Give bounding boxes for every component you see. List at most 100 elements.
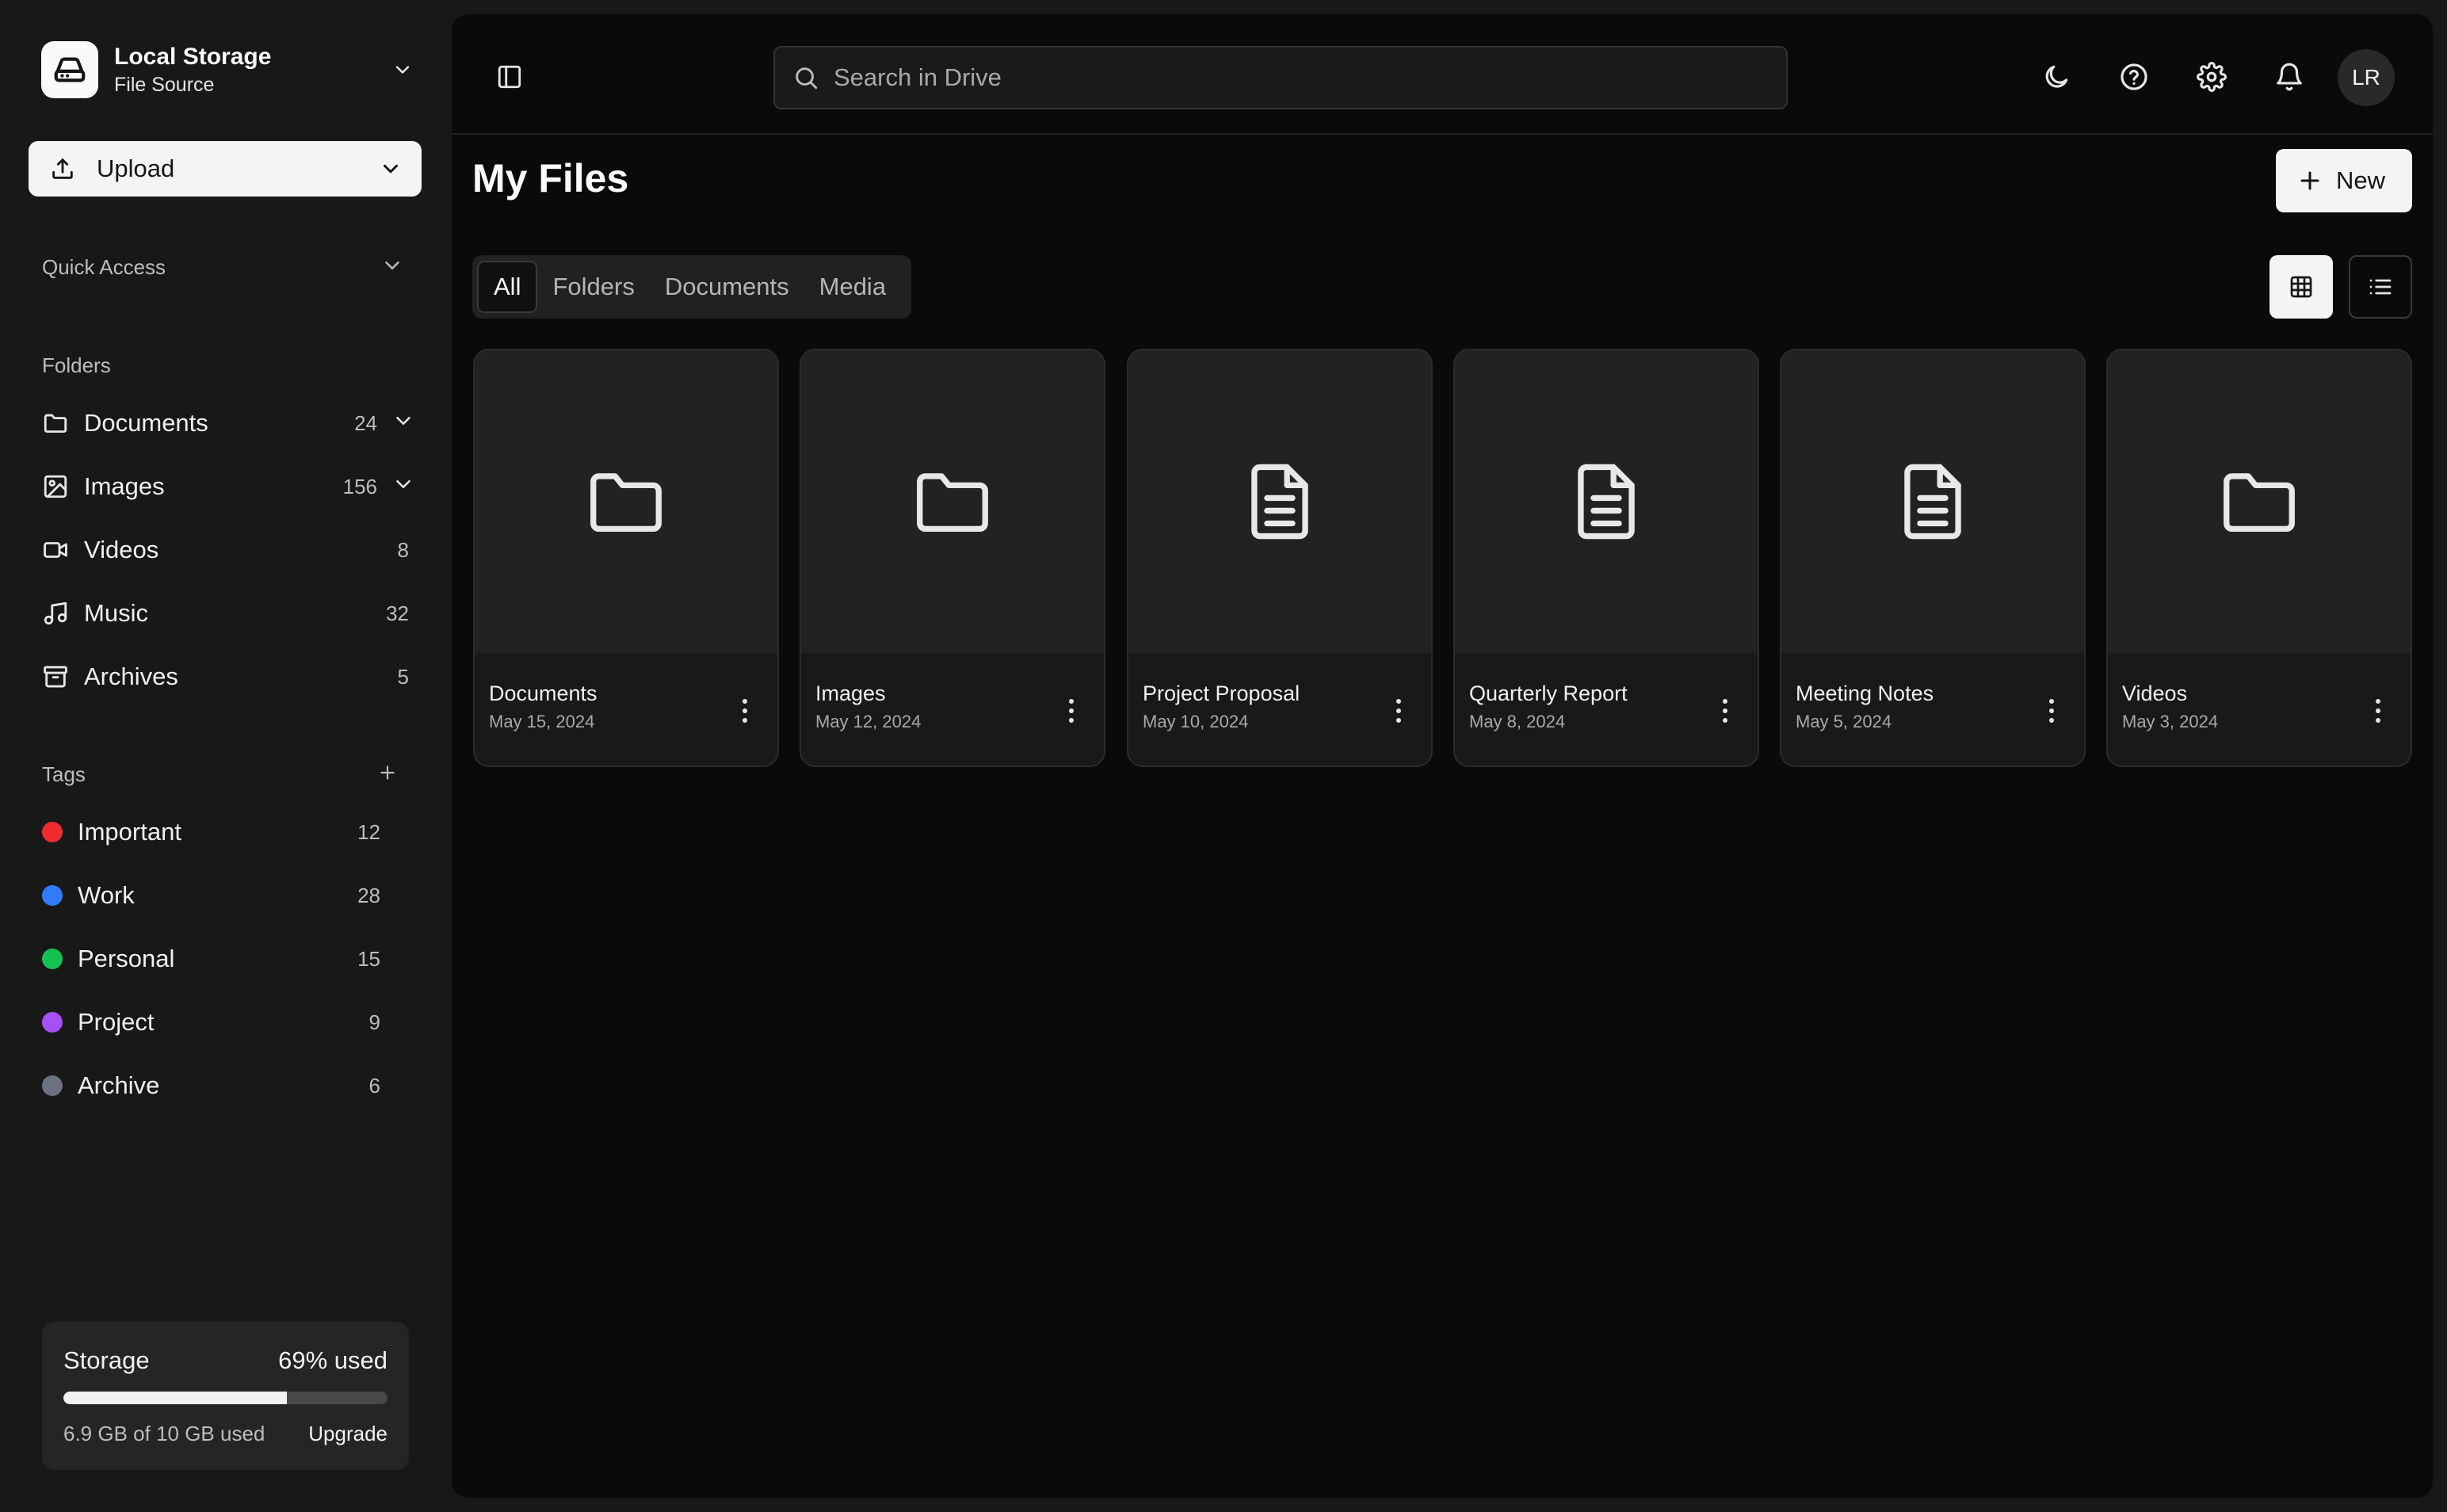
search-bar[interactable] bbox=[773, 46, 1788, 109]
tag-color-dot bbox=[42, 885, 63, 906]
more-vertical-icon[interactable] bbox=[2048, 697, 2056, 724]
file-preview bbox=[801, 350, 1104, 653]
tag-count: 12 bbox=[357, 819, 380, 844]
file-name: Meeting Notes bbox=[1796, 682, 1934, 705]
file-card[interactable]: Documents May 15, 2024 bbox=[473, 349, 779, 767]
filter-tab-documents[interactable]: Documents bbox=[650, 261, 804, 313]
folder-icon bbox=[582, 458, 670, 545]
tag-work[interactable]: Work 28 bbox=[32, 868, 380, 923]
plus-icon bbox=[2298, 169, 2322, 193]
video-icon bbox=[41, 536, 70, 564]
tag-label: Project bbox=[78, 1008, 155, 1036]
folder-icon bbox=[909, 458, 996, 545]
file-preview bbox=[2108, 350, 2411, 653]
user-avatar[interactable]: LR bbox=[2338, 49, 2395, 106]
list-icon bbox=[2368, 274, 2393, 300]
chevron-down-icon bbox=[391, 59, 414, 81]
tag-label: Important bbox=[78, 818, 181, 846]
tag-count: 15 bbox=[357, 946, 380, 971]
more-vertical-icon[interactable] bbox=[1721, 697, 1729, 724]
tag-project[interactable]: Project 9 bbox=[32, 995, 380, 1050]
top-bar: LR bbox=[452, 14, 2433, 135]
tag-count: 9 bbox=[368, 1010, 380, 1034]
search-icon bbox=[792, 64, 819, 91]
file-card[interactable]: Quarterly Report May 8, 2024 bbox=[1453, 349, 1759, 767]
chevron-down-icon[interactable] bbox=[379, 157, 403, 181]
file-date: May 3, 2024 bbox=[2122, 712, 2219, 731]
file-card[interactable]: Images May 12, 2024 bbox=[800, 349, 1105, 767]
more-vertical-icon[interactable] bbox=[1395, 697, 1403, 724]
tag-label: Personal bbox=[78, 945, 175, 972]
upload-icon bbox=[49, 155, 76, 182]
file-preview bbox=[1781, 350, 2084, 653]
page-title: My Files bbox=[472, 156, 629, 200]
sidebar-item-documents[interactable]: Documents 24 bbox=[32, 395, 420, 451]
chevron-down-icon[interactable] bbox=[391, 472, 415, 496]
sidebar-item-count: 24 bbox=[354, 410, 377, 435]
tag-personal[interactable]: Personal 15 bbox=[32, 931, 380, 987]
file-source-switcher[interactable]: Local Storage File Source bbox=[41, 41, 422, 98]
file-card[interactable]: Videos May 3, 2024 bbox=[2106, 349, 2412, 767]
chevron-down-icon[interactable] bbox=[391, 409, 415, 433]
storage-panel: Storage 69% used 6.9 GB of 10 GB used Up… bbox=[42, 1322, 409, 1470]
file-name: Quarterly Report bbox=[1469, 682, 1628, 705]
tag-count: 28 bbox=[357, 883, 380, 907]
archive-icon bbox=[41, 662, 70, 691]
add-tag-icon[interactable] bbox=[377, 762, 398, 783]
new-button[interactable]: New bbox=[2276, 149, 2412, 212]
sidebar-item-images[interactable]: Images 156 bbox=[32, 459, 420, 514]
sidebar-item-videos[interactable]: Videos 8 bbox=[32, 522, 420, 578]
file-preview bbox=[1455, 350, 1758, 653]
upload-button[interactable]: Upload bbox=[29, 141, 422, 197]
tag-count: 6 bbox=[368, 1073, 380, 1098]
tag-archive[interactable]: Archive 6 bbox=[32, 1058, 380, 1113]
moon-icon[interactable] bbox=[2041, 62, 2071, 92]
filter-tab-all[interactable]: All bbox=[477, 261, 538, 313]
settings-icon[interactable] bbox=[2197, 62, 2227, 92]
tag-label: Archive bbox=[78, 1071, 160, 1099]
file-card[interactable]: Meeting Notes May 5, 2024 bbox=[1780, 349, 2086, 767]
file-date: May 10, 2024 bbox=[1143, 712, 1249, 731]
file-date: May 12, 2024 bbox=[815, 712, 922, 731]
sidebar-item-music[interactable]: Music 32 bbox=[32, 586, 420, 641]
tag-color-dot bbox=[42, 822, 63, 842]
more-vertical-icon[interactable] bbox=[2374, 697, 2382, 724]
sidebar-item-label: Music bbox=[84, 599, 148, 627]
search-input[interactable] bbox=[834, 63, 1769, 92]
filter-tab-media[interactable]: Media bbox=[804, 261, 901, 313]
sidebar-item-count: 32 bbox=[386, 601, 409, 625]
file-card[interactable]: Project Proposal May 10, 2024 bbox=[1127, 349, 1433, 767]
grid-view-button[interactable] bbox=[2269, 255, 2333, 319]
sidebar: Local Storage File Source Upload Quick A… bbox=[0, 0, 452, 1512]
filter-tab-folders[interactable]: Folders bbox=[537, 261, 649, 313]
hard-drive-icon bbox=[41, 41, 98, 98]
file-name: Documents bbox=[489, 682, 597, 705]
tag-important[interactable]: Important 12 bbox=[32, 804, 380, 860]
music-icon bbox=[41, 599, 70, 628]
list-view-button[interactable] bbox=[2349, 255, 2412, 319]
file-date: May 5, 2024 bbox=[1796, 712, 1892, 731]
upload-label: Upload bbox=[97, 155, 175, 182]
sidebar-item-archives[interactable]: Archives 5 bbox=[32, 649, 420, 704]
upgrade-link[interactable]: Upgrade bbox=[308, 1422, 387, 1446]
help-icon[interactable] bbox=[2119, 62, 2149, 92]
storage-used-percent: 69% used bbox=[278, 1346, 387, 1374]
more-vertical-icon[interactable] bbox=[741, 697, 749, 724]
bell-icon[interactable] bbox=[2274, 62, 2304, 92]
more-vertical-icon[interactable] bbox=[1067, 697, 1075, 724]
sidebar-item-count: 5 bbox=[397, 664, 409, 689]
image-icon bbox=[41, 472, 70, 501]
folder-icon bbox=[41, 409, 70, 437]
storage-progress-fill bbox=[63, 1392, 288, 1404]
sidebar-item-count: 8 bbox=[397, 537, 409, 562]
sidebar-item-label: Documents bbox=[84, 409, 208, 437]
folders-label: Folders bbox=[42, 353, 111, 377]
quick-access-toggle-icon[interactable] bbox=[380, 254, 404, 277]
main-content: LR My Files New All Folders Documents Me… bbox=[452, 14, 2433, 1498]
file-preview bbox=[1128, 350, 1431, 653]
tag-color-dot bbox=[42, 949, 63, 969]
storage-detail: 6.9 GB of 10 GB used bbox=[63, 1422, 265, 1445]
tag-color-dot bbox=[42, 1012, 63, 1033]
sidebar-toggle-icon[interactable] bbox=[496, 63, 523, 90]
sidebar-item-count: 156 bbox=[342, 474, 377, 498]
